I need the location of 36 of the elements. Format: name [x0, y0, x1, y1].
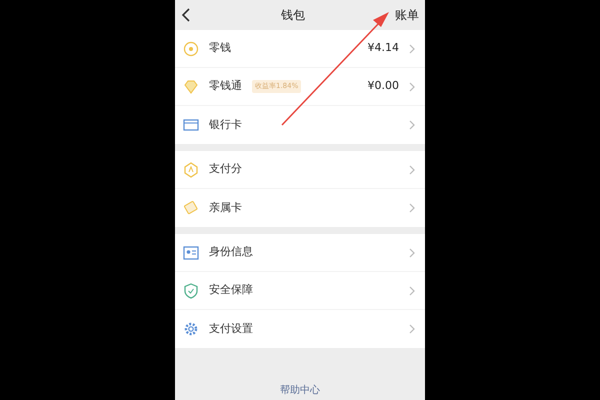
wallet-menu-item[interactable]: 支付设置 [175, 310, 425, 348]
wallet-menu-item[interactable]: 亲属卡 [175, 189, 425, 227]
chevron-right-icon [409, 120, 415, 130]
shield-icon [183, 282, 199, 298]
coin-icon [183, 40, 199, 56]
balance-amount: ¥4.14 [368, 40, 399, 56]
item-label: 安全保障 [209, 282, 253, 298]
help-center-link[interactable]: 帮助中心 [175, 383, 425, 400]
chevron-right-icon [409, 286, 415, 296]
wallet-menu-item[interactable]: 安全保障 [175, 272, 425, 310]
back-icon[interactable] [181, 8, 191, 22]
item-label: 零钱通 [209, 78, 242, 94]
item-label: 亲属卡 [209, 200, 242, 216]
chevron-right-icon [409, 324, 415, 334]
chevron-right-icon [409, 82, 415, 92]
wallet-menu-item[interactable]: 银行卡 [175, 106, 425, 144]
card-icon [183, 117, 199, 133]
chevron-right-icon [409, 248, 415, 258]
badge-icon [183, 162, 199, 178]
wallet-menu-item[interactable]: 身份信息 [175, 234, 425, 272]
chevron-right-icon [409, 203, 415, 213]
settings-icon [183, 321, 199, 337]
balance-amount: ¥0.00 [368, 78, 399, 94]
id-card-icon [183, 244, 199, 260]
diamond-icon [183, 78, 199, 94]
chevron-right-icon [409, 164, 415, 174]
item-label: 支付设置 [209, 320, 253, 337]
chevron-right-icon [409, 44, 415, 54]
item-label: 支付分 [209, 161, 242, 178]
item-label: 身份信息 [209, 244, 253, 260]
wallet-menu-item[interactable]: 支付分 [175, 151, 425, 189]
bill-link[interactable]: 账单 [395, 6, 419, 24]
item-label: 零钱 [209, 40, 231, 56]
wallet-menu-item[interactable]: 零钱 ¥4.14 [175, 30, 425, 68]
page-title: 钱包 [280, 7, 306, 24]
item-label: 银行卡 [209, 116, 242, 133]
